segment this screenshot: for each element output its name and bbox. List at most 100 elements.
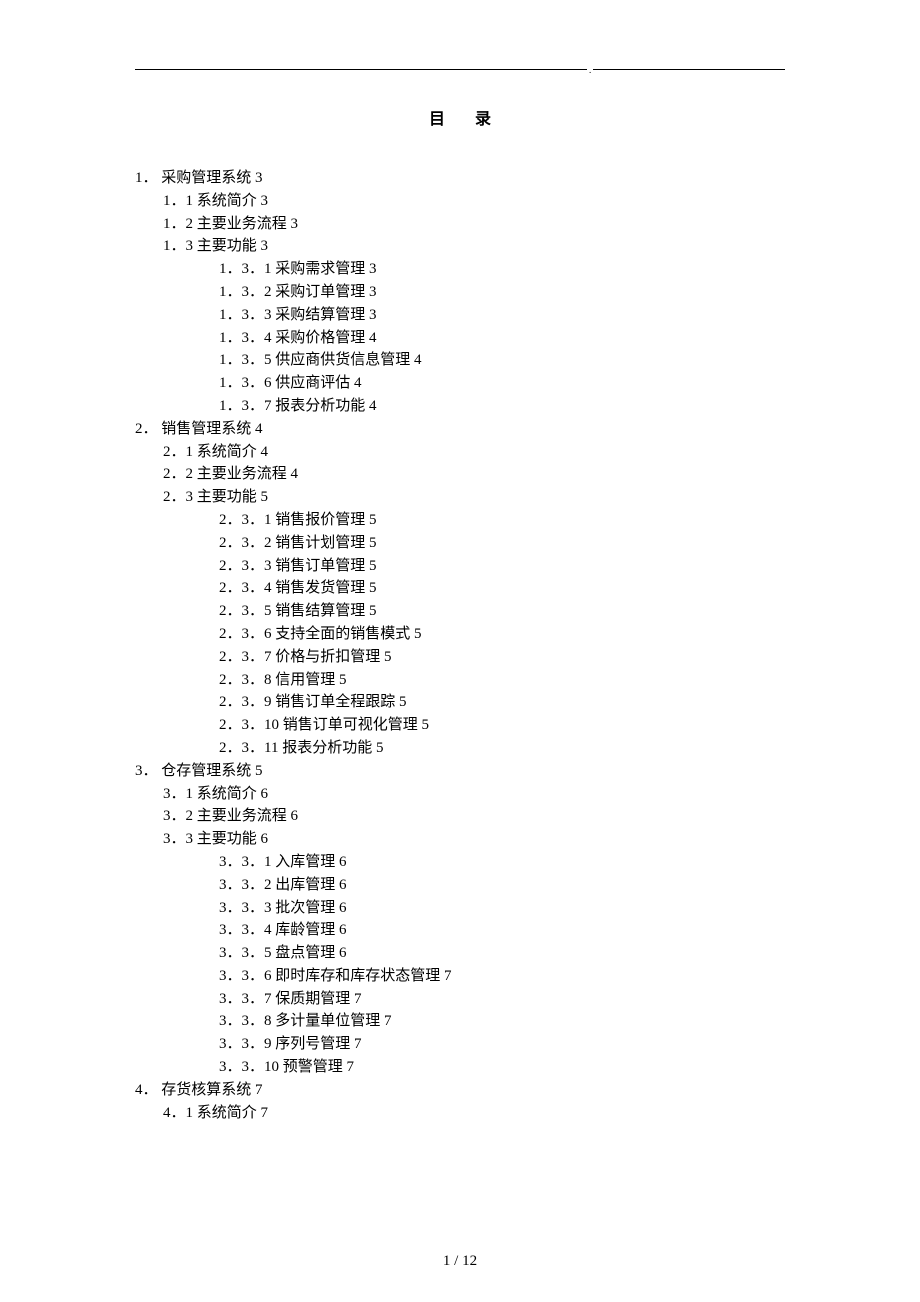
toc-entry-number: 2．3．9 xyxy=(219,694,272,710)
toc-entry-number: 3．3．6 xyxy=(219,968,272,984)
toc-entry-label: 主要业务流程 xyxy=(197,466,287,482)
toc-entry-number: 2．3．8 xyxy=(219,672,272,688)
toc-entry-number: 1．3．5 xyxy=(219,352,272,368)
toc-entry-page: 5 xyxy=(261,489,269,505)
toc-entry-page: 5 xyxy=(384,649,392,665)
toc-entry-label: 库龄管理 xyxy=(275,922,335,938)
toc-entry: 2．1 系统简介 4 xyxy=(163,441,785,464)
toc-entry: 1．3．5 供应商供货信息管理 4 xyxy=(219,349,785,372)
toc-entry-label: 仓存管理系统 xyxy=(161,763,251,779)
toc-entry-number: 3．3 xyxy=(163,831,193,847)
toc-entry-page: 3 xyxy=(255,170,263,186)
toc-entry-page: 7 xyxy=(384,1013,392,1029)
toc-entry: 3．3 主要功能 6 xyxy=(163,828,785,851)
toc-entry-label: 销售订单管理 xyxy=(275,558,365,574)
toc-entry-page: 5 xyxy=(399,694,407,710)
toc-entry-page: 5 xyxy=(369,512,377,528)
toc-entry-number: 2．3．4 xyxy=(219,580,272,596)
toc-entry: 1．1 系统简介 3 xyxy=(163,190,785,213)
toc-entry: 1．3．1 采购需求管理 3 xyxy=(219,258,785,281)
toc-entry: 4．1 系统简介 7 xyxy=(163,1102,785,1125)
toc-entry-number: 2．3．11 xyxy=(219,740,278,756)
toc-entry-label: 供应商供货信息管理 xyxy=(275,352,410,368)
toc-entry-label: 序列号管理 xyxy=(275,1036,350,1052)
toc-entry-page: 7 xyxy=(261,1105,269,1121)
toc-entry-label: 采购结算管理 xyxy=(275,307,365,323)
toc-entry-label: 销售报价管理 xyxy=(275,512,365,528)
toc-entry-label: 销售管理系统 xyxy=(161,421,251,437)
toc-entry: 2．3．2 销售计划管理 5 xyxy=(219,532,785,555)
toc-entry-page: 5 xyxy=(339,672,347,688)
toc-entry-number: 2．3．6 xyxy=(219,626,272,642)
toc-entry-page: 5 xyxy=(369,580,377,596)
toc-entry: 1．3．4 采购价格管理 4 xyxy=(219,327,785,350)
toc-entry: 2．3．11 报表分析功能 5 xyxy=(219,737,785,760)
toc-entry-page: 7 xyxy=(444,968,452,984)
toc-entry-number: 1．3．6 xyxy=(219,375,272,391)
toc-entry: 3．3．1 入库管理 6 xyxy=(219,851,785,874)
toc-entry-page: 6 xyxy=(339,854,347,870)
toc-entry-label: 主要业务流程 xyxy=(197,808,287,824)
doc-title: 目录 xyxy=(135,105,785,129)
toc-entry-number: 4．1 xyxy=(163,1105,193,1121)
toc-entry-page: 3 xyxy=(369,307,377,323)
toc-entry-number: 2．2 xyxy=(163,466,193,482)
toc-entry-label: 多计量单位管理 xyxy=(275,1013,380,1029)
toc-entry-label: 采购管理系统 xyxy=(161,170,251,186)
header-rule-dot: . xyxy=(587,66,593,75)
toc-entry-label: 支持全面的销售模式 xyxy=(275,626,410,642)
toc-entry-page: 5 xyxy=(414,626,422,642)
toc-entry: 1．3．2 采购订单管理 3 xyxy=(219,281,785,304)
toc-entry: 3．3．5 盘点管理 6 xyxy=(219,942,785,965)
toc-entry-number: 1．2 xyxy=(163,216,193,232)
toc-entry-number: 2．1 xyxy=(163,444,193,460)
toc-entry: 2．3．1 销售报价管理 5 xyxy=(219,509,785,532)
toc-entry-number: 4． xyxy=(135,1082,158,1098)
toc-entry-page: 6 xyxy=(339,945,347,961)
toc-entry-label: 系统简介 xyxy=(197,444,257,460)
toc-entry-label: 信用管理 xyxy=(275,672,335,688)
toc-entry-label: 预警管理 xyxy=(283,1059,343,1075)
toc-entry-number: 3．3．2 xyxy=(219,877,272,893)
toc-entry-label: 盘点管理 xyxy=(275,945,335,961)
toc-entry: 2．3．3 销售订单管理 5 xyxy=(219,555,785,578)
toc-entry-label: 供应商评估 xyxy=(275,375,350,391)
toc-entry-page: 6 xyxy=(261,831,269,847)
toc-entry-number: 1．1 xyxy=(163,193,193,209)
toc-entry-page: 5 xyxy=(369,603,377,619)
toc-entry: 3． 仓存管理系统 5 xyxy=(135,760,785,783)
toc-entry-number: 2． xyxy=(135,421,158,437)
toc-entry-label: 销售订单全程跟踪 xyxy=(275,694,395,710)
toc-entry-label: 系统简介 xyxy=(197,1105,257,1121)
toc-entry: 2．3．7 价格与折扣管理 5 xyxy=(219,646,785,669)
toc-entry-number: 2．3．1 xyxy=(219,512,272,528)
toc-entry-label: 销售结算管理 xyxy=(275,603,365,619)
toc-entry-page: 5 xyxy=(422,717,430,733)
toc-entry: 2．3．10 销售订单可视化管理 5 xyxy=(219,714,785,737)
toc-entry-number: 3．3．10 xyxy=(219,1059,279,1075)
toc-entry-page: 5 xyxy=(369,535,377,551)
toc-entry: 2．3．5 销售结算管理 5 xyxy=(219,600,785,623)
toc-entry-page: 4 xyxy=(369,398,377,414)
toc-entry-page: 6 xyxy=(339,877,347,893)
document-page: . 目录 1． 采购管理系统 31．1 系统简介 31．2 主要业务流程 31．… xyxy=(0,0,920,1302)
toc-entry-label: 采购需求管理 xyxy=(275,261,365,277)
toc-entry: 1．3．7 报表分析功能 4 xyxy=(219,395,785,418)
toc-entry-label: 主要功能 xyxy=(197,238,257,254)
toc-entry-number: 3． xyxy=(135,763,158,779)
toc-entry: 2． 销售管理系统 4 xyxy=(135,418,785,441)
toc-entry-number: 1． xyxy=(135,170,158,186)
toc-entry-page: 7 xyxy=(354,991,362,1007)
toc-entry-number: 3．3．7 xyxy=(219,991,272,1007)
toc-entry-page: 4 xyxy=(291,466,299,482)
toc-entry: 2．3．4 销售发货管理 5 xyxy=(219,577,785,600)
toc-entry: 3．3．7 保质期管理 7 xyxy=(219,988,785,1011)
toc-entry: 2．3 主要功能 5 xyxy=(163,486,785,509)
toc-entry-page: 3 xyxy=(369,284,377,300)
toc-entry-number: 3．3．5 xyxy=(219,945,272,961)
toc-entry-number: 3．2 xyxy=(163,808,193,824)
header-rule: . xyxy=(135,65,785,75)
toc-entry-label: 入库管理 xyxy=(275,854,335,870)
toc-entry-label: 销售订单可视化管理 xyxy=(283,717,418,733)
toc-entry-page: 6 xyxy=(339,900,347,916)
